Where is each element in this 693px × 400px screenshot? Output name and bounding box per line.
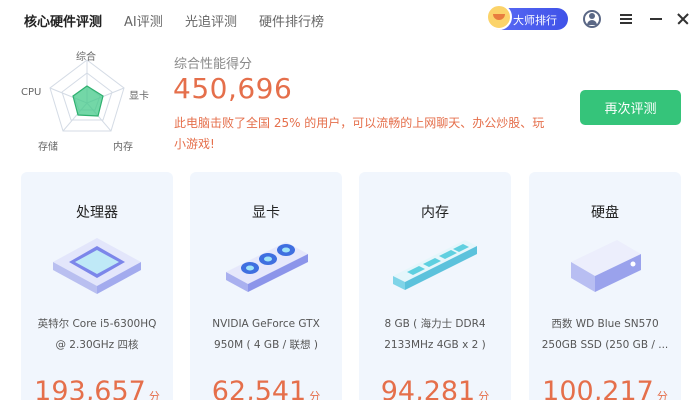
master-ranking-button[interactable]: 大师排行 (486, 4, 568, 30)
card-score-unit: 分 (478, 390, 490, 400)
tab-hardware-ranking[interactable]: 硬件排行榜 (259, 11, 324, 30)
radar-chart: 综合 显卡 内存 存储 CPU (18, 48, 158, 158)
card-score: 62,541 分 (190, 376, 342, 400)
graphics-card-icon (226, 242, 308, 292)
card-desc-line2: @ 2.30GHz 四核 (55, 339, 139, 351)
card-desc-line1: 西数 WD Blue SN570 (551, 318, 659, 330)
card-description: NVIDIA GeForce GTX 950M ( 4 GB / 联想 ) (200, 314, 332, 356)
cpu-card[interactable]: 处理器 英特尔 Core i5-6300HQ @ 2.30GHz 四核 193,… (21, 172, 173, 400)
overall-score: 450,696 (173, 72, 293, 105)
card-score: 193,657 分 (21, 376, 173, 400)
tab-core-hardware[interactable]: 核心硬件评测 (24, 11, 102, 30)
radar-score-area (72, 85, 104, 117)
card-desc-line1: 8 GB ( 海力士 DDR4 (384, 318, 486, 330)
close-icon[interactable] (673, 9, 693, 29)
gpu-card[interactable]: 显卡 NVIDIA GeForce GTX 950M ( 4 GB / 联想 )… (190, 172, 342, 400)
card-score-value: 100,217 (542, 376, 654, 400)
cpu-chip-icon (53, 238, 141, 294)
score-title: 综合性能得分 (174, 57, 253, 72)
card-score-value: 193,657 (34, 376, 146, 400)
card-score: 100,217 分 (529, 376, 681, 400)
card-title: 处理器 (76, 205, 118, 221)
user-icon[interactable] (582, 9, 602, 29)
score-description: 此电脑击败了全国 25% 的用户，可以流畅的上网聊天、办公炒股、玩小游戏! (174, 116, 545, 151)
radar-label-cpu: CPU (21, 87, 42, 98)
card-score-value: 62,541 (211, 376, 307, 400)
hard-drive-icon (571, 240, 641, 292)
disk-card[interactable]: 硬盘 西数 WD Blue SN570 250GB SSD (250 GB / … (529, 172, 681, 400)
card-desc-line2: 250GB SSD (250 GB / ... (541, 339, 669, 351)
radar-label-overall: 综合 (76, 52, 96, 63)
card-title: 显卡 (252, 205, 280, 221)
top-bar: 核心硬件评测 AI评测 光追评测 硬件排行榜 大师排行 (0, 0, 693, 38)
retest-button[interactable]: 再次评测 (580, 90, 681, 125)
tab-ray-tracing[interactable]: 光追评测 (185, 11, 237, 30)
card-score-value: 94,281 (380, 376, 476, 400)
menu-icon[interactable] (616, 9, 636, 29)
card-desc-line2: 950M ( 4 GB / 联想 ) (214, 339, 318, 351)
master-avatar-icon (486, 4, 512, 30)
card-score-unit: 分 (148, 390, 160, 400)
card-score-unit: 分 (656, 390, 668, 400)
radar-label-gpu: 显卡 (129, 91, 149, 102)
radar-label-storage: 存储 (38, 142, 58, 153)
card-title: 硬盘 (591, 205, 619, 221)
card-desc-line2: 2133MHz 4GB x 2 ) (384, 339, 486, 351)
card-title: 内存 (421, 205, 449, 221)
card-description: 8 GB ( 海力士 DDR4 2133MHz 4GB x 2 ) (369, 314, 501, 356)
memory-stick-icon (393, 240, 477, 290)
card-score-unit: 分 (309, 390, 321, 400)
card-description: 英特尔 Core i5-6300HQ @ 2.30GHz 四核 (31, 314, 163, 356)
radar-label-memory: 内存 (113, 142, 133, 153)
card-description: 西数 WD Blue SN570 250GB SSD (250 GB / ... (539, 314, 671, 356)
card-desc-line1: 英特尔 Core i5-6300HQ (37, 318, 157, 330)
minimize-icon[interactable] (646, 9, 666, 29)
memory-card[interactable]: 内存 8 GB ( 海力士 DDR4 2133MHz 4GB x 2 ) 94,… (359, 172, 511, 400)
card-score: 94,281 分 (359, 376, 511, 400)
master-ranking-label: 大师排行 (513, 14, 557, 27)
card-desc-line1: NVIDIA GeForce GTX (212, 318, 320, 330)
tab-ai-test[interactable]: AI评测 (124, 11, 163, 30)
